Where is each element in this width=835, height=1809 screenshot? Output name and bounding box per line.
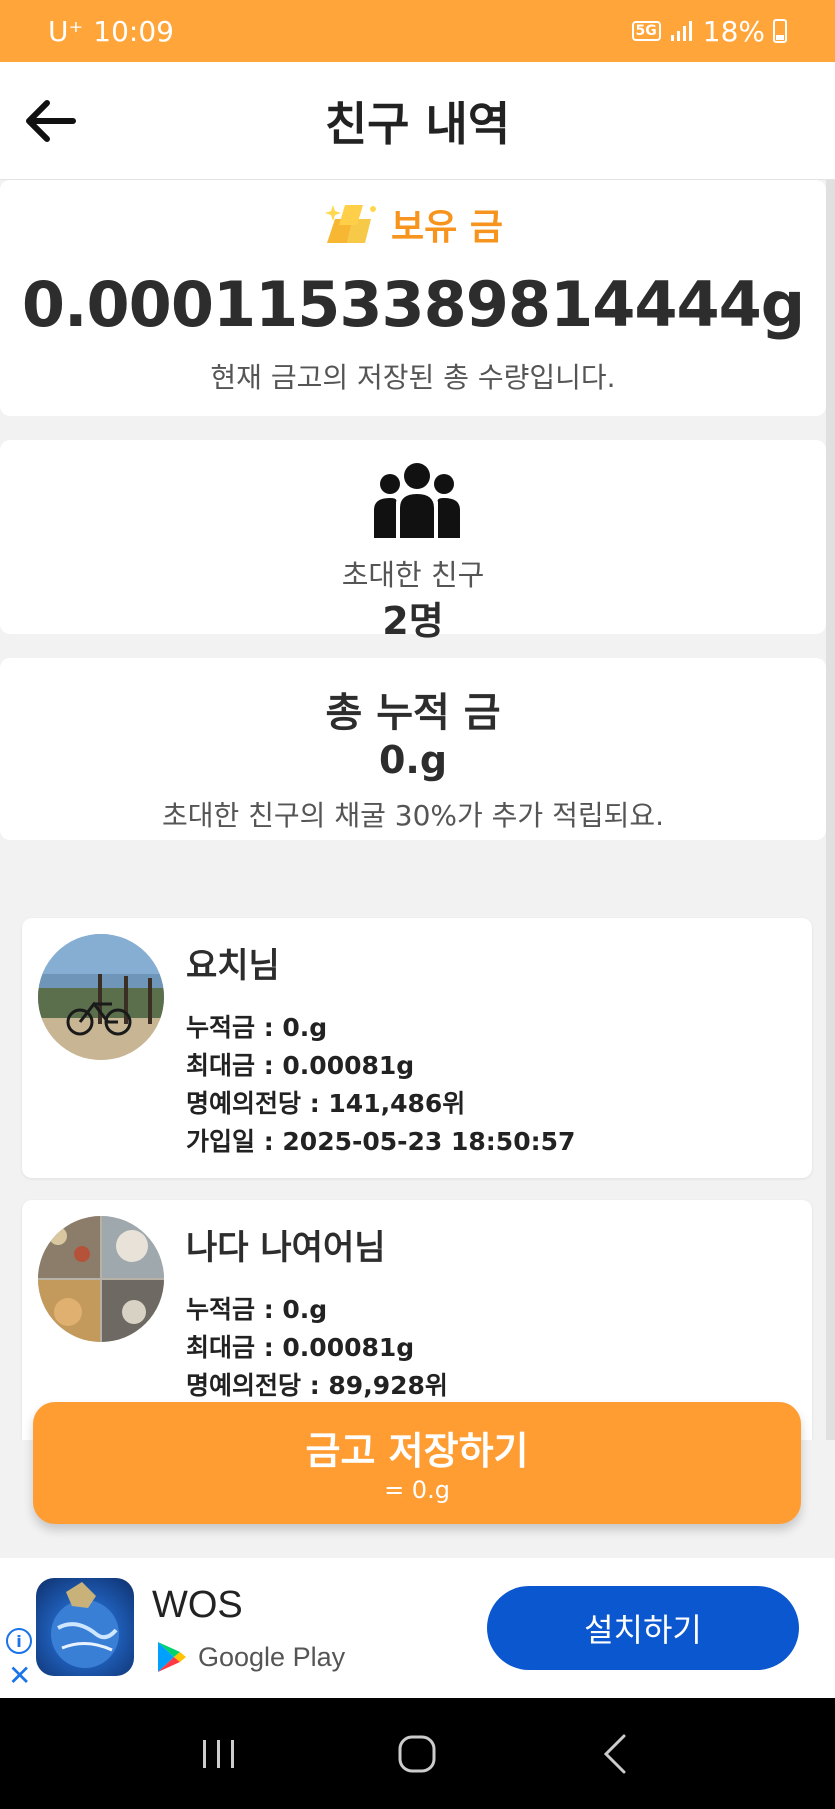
scrollbar[interactable] xyxy=(826,180,835,1440)
home-icon xyxy=(398,1735,436,1772)
friend-max: 최대금 : 0.00081g xyxy=(186,1333,415,1362)
gold-card: 보유 금 0.0001153389814444g 현재 금고의 저장된 총 수량… xyxy=(0,180,826,416)
save-vault-subtitle: = 0.g xyxy=(384,1476,450,1504)
save-vault-title: 금고 저장하기 xyxy=(305,1429,529,1473)
ad-info-icon[interactable]: i xyxy=(6,1628,32,1654)
gold-amount: 0.0001153389814444g xyxy=(21,268,805,341)
content-scroll[interactable]: 보유 금 0.0001153389814444g 현재 금고의 저장된 총 수량… xyxy=(0,180,826,1440)
status-right: 5G 18% xyxy=(631,14,787,48)
invited-friends-label: 초대한 친구 xyxy=(341,558,485,592)
recent-apps-icon xyxy=(203,1739,235,1768)
bicycle-photo xyxy=(38,934,164,1060)
carrier-label: U⁺ xyxy=(48,14,84,48)
page-title: 친구 내역 xyxy=(324,96,511,151)
signal-icon xyxy=(670,21,692,41)
total-gold-description: 초대한 친구의 채굴 30%가 추가 적립되요. xyxy=(161,799,665,832)
friend-info: 나다 나여어님 누적금 : 0.g 최대금 : 0.00081g 명예의전당 :… xyxy=(186,1220,448,1405)
total-gold-amount: 0.g xyxy=(378,738,448,782)
avatar xyxy=(38,1216,164,1342)
install-button[interactable]: 설치하기 xyxy=(487,1586,799,1670)
network-badge: 5G xyxy=(631,21,661,41)
gold-description: 현재 금고의 저장된 총 수량입니다. xyxy=(210,361,616,394)
save-vault-button[interactable]: 금고 저장하기 = 0.g xyxy=(33,1402,801,1524)
ad-app-name: WOS xyxy=(152,1584,243,1626)
friend-hall-of-fame: 명예의전당 : 89,928위 xyxy=(186,1371,448,1400)
chevron-left-icon xyxy=(603,1734,626,1773)
invited-friends-count: 2명 xyxy=(382,599,444,643)
back-button[interactable] xyxy=(18,90,80,152)
ad-banner[interactable]: i ✕ WOS Google Play 설치하기 xyxy=(0,1558,835,1698)
friend-accumulated: 누적금 : 0.g xyxy=(186,1013,328,1042)
status-bar: U⁺ 10:09 5G 18% xyxy=(0,0,835,62)
friend-name: 나다 나여어님 xyxy=(186,1228,386,1268)
people-icon xyxy=(374,463,460,538)
friend-joined: 가입일 : 2025-05-23 18:50:57 xyxy=(186,1127,576,1156)
battery-percent: 18% xyxy=(702,14,765,48)
google-play-label: Google Play xyxy=(198,1641,346,1672)
friend-accumulated: 누적금 : 0.g xyxy=(186,1295,328,1324)
ad-app-icon[interactable] xyxy=(36,1578,134,1676)
total-gold-title: 총 누적 금 xyxy=(325,690,501,736)
globe-icon xyxy=(51,1582,119,1668)
friend-max: 최대금 : 0.00081g xyxy=(186,1051,415,1080)
friend-name: 요치님 xyxy=(186,946,280,986)
invited-friends-card: 초대한 친구 2명 xyxy=(0,440,826,643)
gold-label-row: 보유 금 xyxy=(0,198,826,250)
food-collage-photo xyxy=(38,1216,164,1342)
friend-list-item[interactable]: 요치님 누적금 : 0.g 최대금 : 0.00081g 명예의전당 : 141… xyxy=(22,918,812,1178)
home-button[interactable] xyxy=(387,1724,447,1784)
google-play-icon xyxy=(158,1642,186,1672)
arrow-left-icon xyxy=(26,100,76,142)
gold-label: 보유 금 xyxy=(391,207,503,248)
battery-icon xyxy=(773,19,787,43)
google-play-badge: Google Play xyxy=(156,1640,345,1674)
app-bar: 친구 내역 xyxy=(0,62,835,180)
gold-bar-icon xyxy=(325,205,377,243)
status-left: U⁺ 10:09 xyxy=(48,15,174,48)
avatar xyxy=(38,934,164,1060)
friend-info: 요치님 누적금 : 0.g 최대금 : 0.00081g 명예의전당 : 141… xyxy=(186,938,575,1161)
status-time: 10:09 xyxy=(93,14,174,48)
recent-apps-button[interactable] xyxy=(189,1724,249,1784)
system-nav-bar xyxy=(0,1698,835,1809)
ad-close-icon[interactable]: ✕ xyxy=(8,1662,31,1690)
friend-hall-of-fame: 명예의전당 : 141,486위 xyxy=(186,1089,466,1118)
system-back-button[interactable] xyxy=(586,1724,646,1784)
total-gold-card: 총 누적 금 0.g 초대한 친구의 채굴 30%가 추가 적립되요. xyxy=(0,658,826,840)
